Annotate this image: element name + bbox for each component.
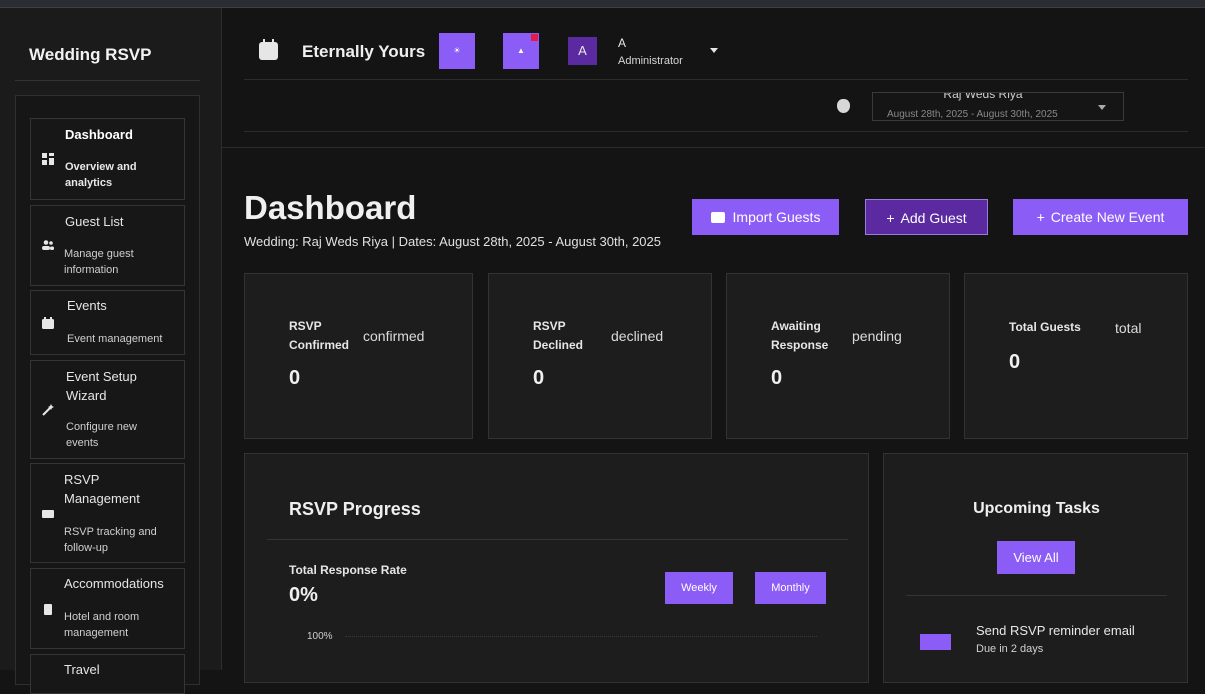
sidebar-item-description: Configure new events [66,421,137,449]
view-all-button[interactable]: View All [997,541,1075,574]
sidebar-item-description: Hotel and room management [64,611,140,639]
chart-gridline [345,636,817,637]
theme-toggle-button[interactable]: ☀ [439,33,475,69]
add-guest-label: Add Guest [900,210,967,226]
stat-label: Awaiting [771,319,821,333]
divider [906,595,1167,596]
stat-tag: pending [852,328,902,344]
create-event-label: Create New Event [1050,209,1165,225]
selected-wedding: Raj Weds Riya [943,92,1023,101]
stat-label: RSVP [533,319,566,333]
stat-value: 0 [533,367,545,389]
import-guests-label: Import Guests [732,209,821,225]
plus-icon: + [1036,209,1045,225]
avatar[interactable]: A [568,37,597,65]
user-role: Administrator [618,55,683,67]
hotel-icon [42,603,54,615]
event-name: Eternally Yours [302,42,426,61]
page-title: Dashboard [244,189,417,226]
folder-icon [710,212,725,223]
sidebar-item-travel[interactable]: Travel [30,654,185,694]
import-guests-button[interactable]: Import Guests [692,199,839,235]
sidebar-item-accommodations[interactable]: Accommodations Hotel and room management [30,568,185,649]
response-rate-value: 0% [289,584,318,606]
brand-title: Wedding RSVP [29,45,152,64]
upcoming-tasks-title: Upcoming Tasks [973,500,1100,517]
create-event-button[interactable]: + Create New Event [1013,199,1188,235]
upcoming-tasks-card: Upcoming Tasks View All Send RSVP remind… [883,453,1188,683]
stat-card-confirmed: RSVP Confirmed confirmed 0 [244,273,473,439]
stat-card-total: Total Guests total 0 [964,273,1188,439]
task-status-indicator [920,634,951,650]
sidebar-item-guest-list[interactable]: Guest List Manage guest information [30,205,185,286]
sidebar-item-rsvp-management[interactable]: RSVP Management RSVP tracking and follow… [30,463,185,563]
stat-label: RSVP [289,319,322,333]
sidebar-item-label: Guest List [65,214,124,229]
divider [222,147,1205,148]
rsvp-progress-title: RSVP Progress [289,499,421,519]
sidebar-item-dashboard[interactable]: Dashboard Overview and analytics [30,118,185,200]
rsvp-progress-card: RSVP Progress Total Response Rate 0% Wee… [244,453,869,683]
stat-tag: declined [611,328,664,344]
sidebar-item-label: Accommodations [64,576,164,591]
browser-top-bar [0,0,1205,8]
plane-icon [42,675,54,687]
stat-tag: total [1115,320,1142,336]
stat-card-pending: Awaiting Response pending 0 [726,273,950,439]
apple-icon [837,99,850,113]
stat-label: Response [771,338,829,352]
sidebar-item-description: Overview and analytics [65,161,137,189]
notification-badge [531,34,538,41]
plus-icon: + [886,210,895,226]
chevron-down-icon[interactable] [710,48,718,53]
dashboard-grid-icon [42,153,54,165]
stat-value: 0 [1009,351,1021,373]
sidebar-item-label: Dashboard [65,127,133,142]
task-title[interactable]: Send RSVP reminder email [976,623,1135,638]
sun-icon: ☀ [453,46,461,55]
sidebar-item-events[interactable]: Events Event management [30,290,185,355]
sidebar-item-label: RSVP Management [64,472,140,506]
notifications-button[interactable]: ▲ [503,33,539,69]
task-due: Due in 2 days [976,643,1044,655]
sidebar-item-description: Manage guest information [64,248,134,276]
divider [267,539,848,540]
sidebar-item-label: Events [67,298,107,313]
stat-tag: confirmed [363,328,425,344]
weekly-button[interactable]: Weekly [665,572,733,604]
page-subtitle: Wedding: Raj Weds Riya | Dates: August 2… [244,234,661,249]
mail-icon [42,508,54,520]
stat-card-declined: RSVP Declined declined 0 [488,273,712,439]
users-icon [42,239,54,251]
user-name: A [618,36,627,50]
calendar-icon [259,39,278,60]
sidebar-item-event-setup-wizard[interactable]: Event Setup Wizard Configure new events [30,360,185,459]
wedding-selector-bar: Raj Weds Riya August 28th, 2025 - August… [244,81,1188,132]
sidebar-item-description: RSVP tracking and follow-up [64,526,157,554]
magic-wand-icon [42,404,54,416]
sidebar: Wedding RSVP Dashboard Overview and anal… [0,8,222,694]
sidebar-item-description: Event management [67,333,163,345]
stat-label: Confirmed [289,338,349,352]
response-rate-label: Total Response Rate [289,563,407,577]
add-guest-button[interactable]: + Add Guest [865,199,988,235]
sidebar-nav: Dashboard Overview and analytics Guest L… [15,95,200,694]
divider [15,80,200,81]
stat-label: Total Guests [1009,320,1081,334]
wedding-select[interactable]: Raj Weds Riya August 28th, 2025 - August… [872,92,1124,121]
selected-wedding-dates: August 28th, 2025 - August 30th, 2025 [887,109,1058,120]
stat-value: 0 [771,367,783,389]
top-header: Eternally Yours ☀ ▲ A A Administrator [244,28,1188,80]
chevron-down-icon [1098,105,1106,110]
monthly-button[interactable]: Monthly [755,572,826,604]
calendar-icon [42,317,54,329]
stat-value: 0 [289,367,301,389]
stat-label: Declined [533,338,584,352]
bell-icon: ▲ [517,46,525,55]
sidebar-item-label: Event Setup Wizard [66,369,137,403]
chart-axis-label: 100% [307,631,333,642]
